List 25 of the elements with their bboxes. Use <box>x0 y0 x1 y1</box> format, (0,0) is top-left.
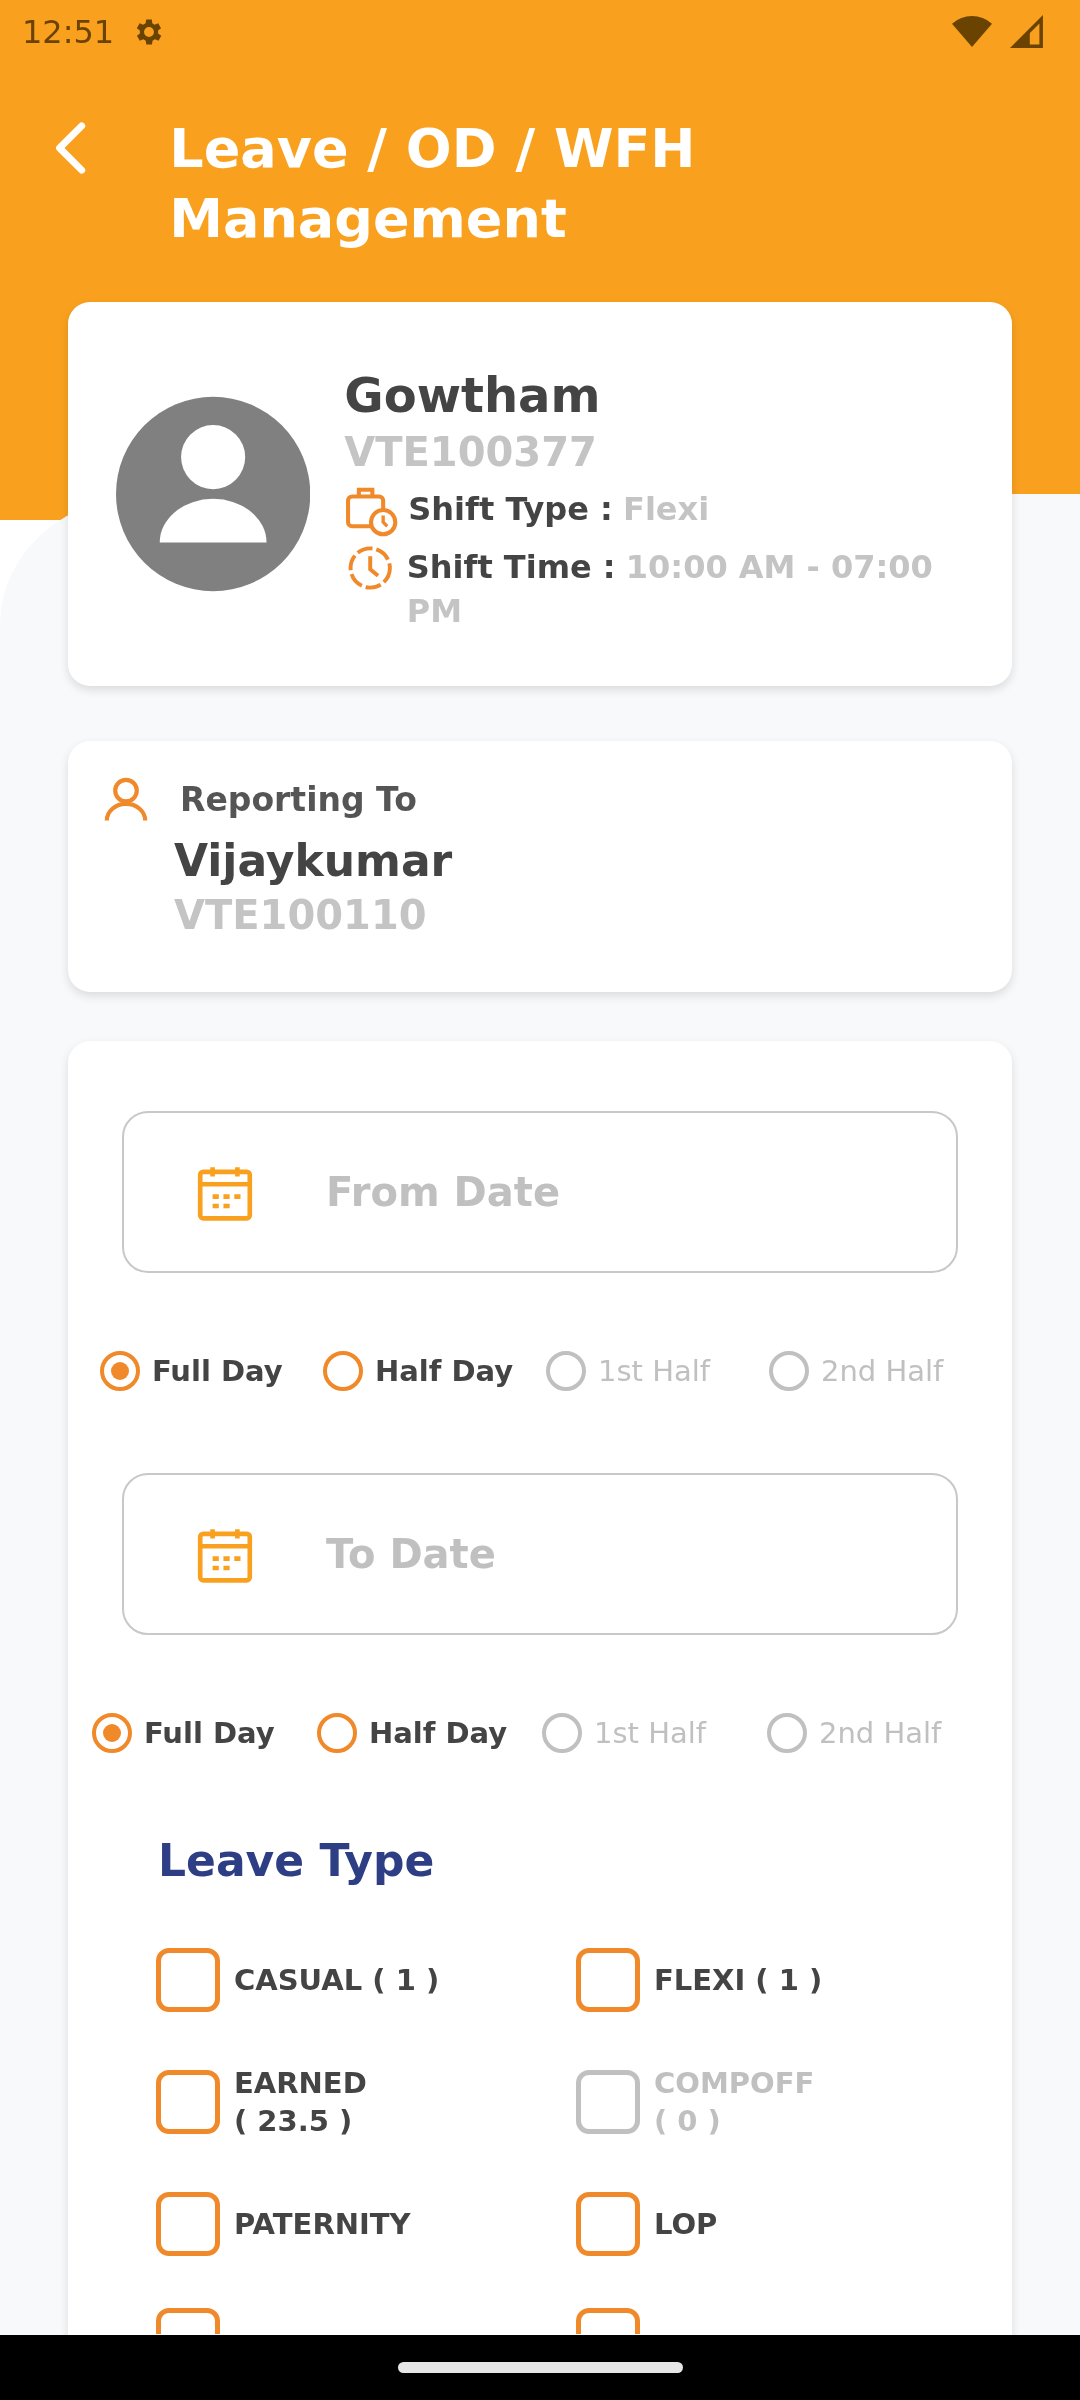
leave-type-checkbox[interactable]: CASUAL ( 1 ) <box>156 1948 576 2012</box>
employee-id: VTE100377 <box>344 429 598 475</box>
manager-id: VTE100110 <box>174 892 428 938</box>
leave-type-checkbox[interactable]: FLEXI ( 1 ) <box>576 1948 978 2012</box>
radio-label: Full Day <box>152 1354 283 1388</box>
radio-label: 2nd Half <box>819 1716 942 1750</box>
reporting-label: Reporting To <box>180 779 417 819</box>
radio-label: 2nd Half <box>821 1354 944 1388</box>
radio-label: Full Day <box>144 1716 275 1750</box>
shift-time-text: Shift Time : 10:00 AM - 07:00 PM <box>406 547 934 632</box>
status-time: 12:51 <box>22 13 115 51</box>
leave-type-checkbox[interactable]: EARNED ( 23.5 ) <box>156 2064 576 2140</box>
radio-label: 1st Half <box>598 1354 710 1388</box>
leave-type-checkbox[interactable]: PATERNITY <box>156 2192 576 2256</box>
radio-label: 1st Half <box>594 1716 706 1750</box>
leave-type-checkbox[interactable]: LOP <box>576 2192 978 2256</box>
radio-label: Half Day <box>375 1354 514 1388</box>
section-title: Leave Type <box>158 1835 436 1886</box>
radio-label: Half Day <box>369 1716 508 1750</box>
manager-name: Vijaykumar <box>174 835 454 886</box>
date-field[interactable]: To Date <box>122 1473 958 1635</box>
shift-type-text: Shift Type : Flexi <box>408 489 710 530</box>
page-title: Leave / OD / WFH Management <box>169 116 697 252</box>
date-field[interactable]: From Date <box>122 1111 958 1273</box>
employee-name: Gowtham <box>344 367 602 423</box>
